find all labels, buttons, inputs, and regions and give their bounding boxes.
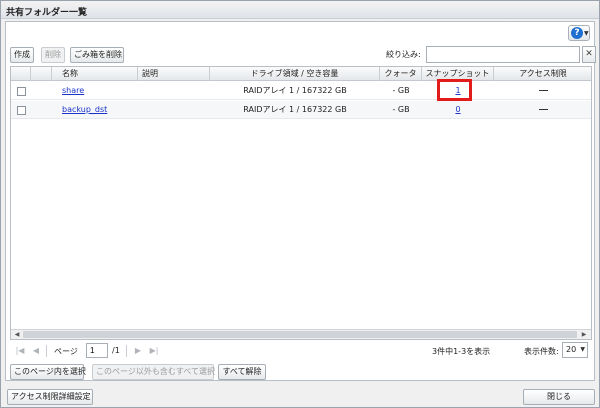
filter-input[interactable] [426,46,580,63]
toolbar: 作成 削除 ごみ箱を削除 絞り込み: ✕ [10,46,596,64]
close-button[interactable]: 閉じる [523,389,595,405]
folder-drive: RAIDアレイ 1 / 167322 GB [243,86,347,95]
prev-page-icon[interactable]: ◀ [30,345,42,357]
filter-label: 絞り込み: [386,50,421,59]
folder-quota: - GB [392,86,410,95]
shared-folder-list-window: 共有フォルダー一覧 ? ▼ 作成 削除 ごみ箱を削除 絞り込み: ✕ 名称 説明… [0,0,600,408]
page-number-input[interactable] [86,343,108,358]
header-checkbox-column [11,67,31,81]
table-header: 名称 説明 ドライブ領域 / 空き容量 クォータ スナップショット アクセス制限 [11,67,591,81]
header-drive[interactable]: ドライブ領域 / 空き容量 [210,67,380,81]
window-title: 共有フォルダー一覧 [6,8,88,18]
chevron-down-icon: ▼ [584,30,589,37]
dash-icon [538,90,548,91]
deselect-all-button[interactable]: すべて解除 [218,364,266,380]
per-page-value: 20 [566,345,577,354]
table-row[interactable]: backup_dst RAIDアレイ 1 / 167322 GB - GB 0 [11,101,591,119]
folder-name[interactable]: share [62,86,84,95]
snapshot-count-cell: 0 [422,101,494,119]
snapshot-count-link[interactable]: 1 [455,86,460,95]
help-icon: ? [571,27,583,39]
separator [46,345,47,357]
pagination-bar: |◀ ◀ ページ /1 ▶ ▶| 3件中1-3を表示 表示件数: 20 ▼ [10,342,592,360]
first-page-icon[interactable]: |◀ [14,345,26,357]
folder-name[interactable]: backup_dst [62,105,107,114]
snapshot-count-link[interactable]: 0 [455,105,460,114]
scroll-thumb[interactable] [23,331,577,338]
result-summary: 3件中1-3を表示 [432,347,491,356]
folder-name-link[interactable]: share [62,82,84,100]
create-button[interactable]: 作成 [10,47,34,63]
empty-trash-button[interactable]: ごみ箱を削除 [70,47,124,63]
next-page-icon[interactable]: ▶ [132,345,144,357]
header-access[interactable]: アクセス制限 [494,67,591,81]
folder-quota: - GB [392,105,410,114]
header-quota[interactable]: クォータ [380,67,422,81]
select-all-button[interactable]: このページ以外も含むすべて選択 [92,364,215,380]
scroll-right-icon[interactable]: ▶ [579,331,589,339]
content-panel: ? ▼ 作成 削除 ごみ箱を削除 絞り込み: ✕ 名称 説明 ドライブ領域 / … [5,21,596,381]
page-label: ページ [54,347,78,356]
snapshot-count-cell: 1 [422,82,494,100]
horizontal-scrollbar[interactable]: ◀ ▶ [11,329,591,339]
per-page-select[interactable]: 20 ▼ [562,342,588,358]
per-page-label: 表示件数: [524,347,559,356]
header-snapshot[interactable]: スナップショット [422,67,494,81]
clear-filter-icon[interactable]: ✕ [582,46,596,63]
row-checkbox[interactable] [17,106,26,115]
access-detail-settings-button[interactable]: アクセス制限詳細設定 [7,389,93,405]
page-total: /1 [112,346,120,355]
access-restriction-cell [494,101,591,119]
select-page-button[interactable]: このページ内を選択 [10,364,86,380]
folder-table: 名称 説明 ドライブ領域 / 空き容量 クォータ スナップショット アクセス制限… [10,66,592,340]
header-name[interactable]: 名称 [52,67,138,81]
separator [126,345,127,357]
row-checkbox[interactable] [17,87,26,96]
access-restriction-cell [494,82,591,100]
selection-bar: このページ内を選択 このページ以外も含むすべて選択 すべて解除 [10,364,592,380]
scroll-left-icon[interactable]: ◀ [12,331,22,339]
delete-button[interactable]: 削除 [41,47,65,63]
folder-drive: RAIDアレイ 1 / 167322 GB [243,105,347,114]
table-row[interactable]: share RAIDアレイ 1 / 167322 GB - GB 1 [11,82,591,100]
dash-icon [538,109,548,110]
chevron-down-icon: ▼ [580,346,585,353]
header-blank-column [31,67,52,81]
titlebar: 共有フォルダー一覧 [1,1,599,19]
help-button[interactable]: ? ▼ [568,25,590,41]
header-description[interactable]: 説明 [138,67,210,81]
folder-name-link[interactable]: backup_dst [62,101,107,119]
last-page-icon[interactable]: ▶| [148,345,160,357]
